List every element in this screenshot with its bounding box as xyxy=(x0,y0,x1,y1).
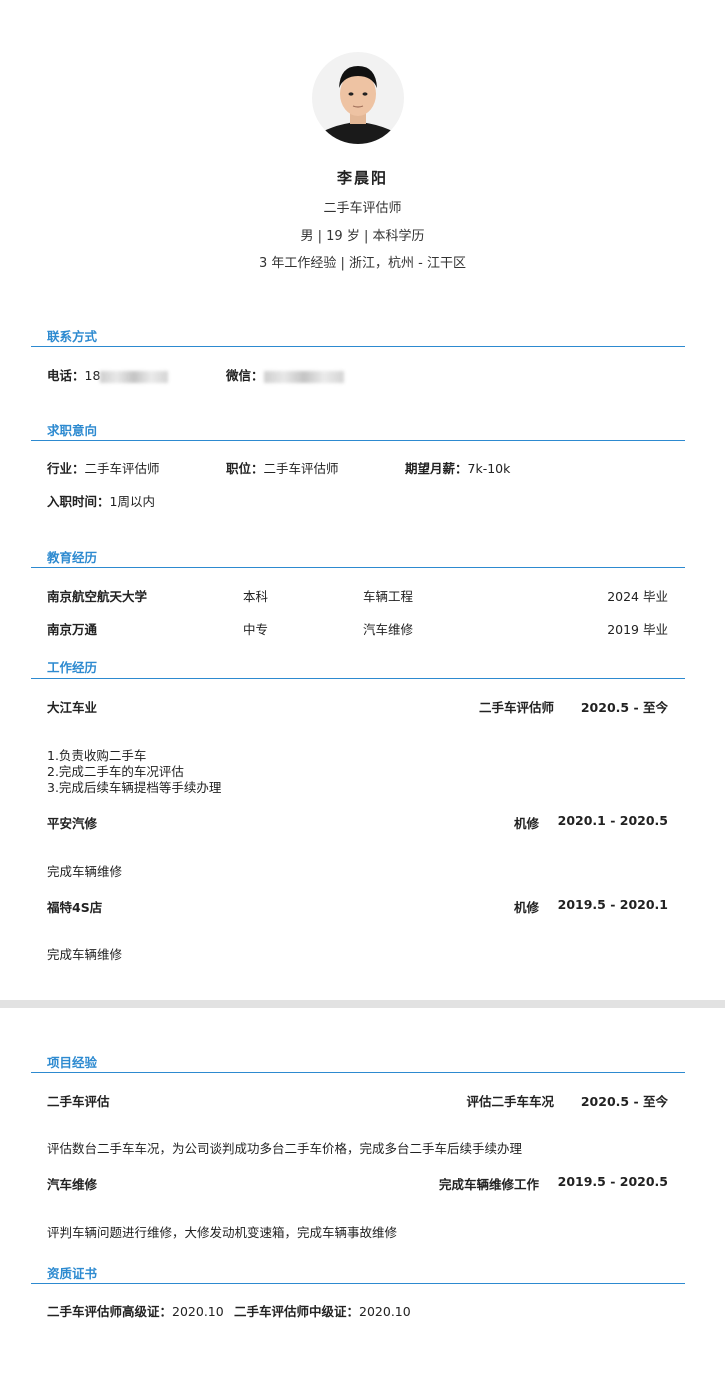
certificate-label: 二手车评估师高级证： xyxy=(47,1304,173,1319)
intent-salary: 期望月薪：7k-10k xyxy=(405,458,510,477)
certificate-item: 二手车评估师高级证：2020.10 xyxy=(47,1301,224,1320)
contact-wechat: 微信： xyxy=(226,365,344,384)
project-description: 评判车辆问题进行维修，大修发动机变速箱，完成车辆事故维修 xyxy=(47,1225,398,1240)
section-title-intent: 求职意向 xyxy=(47,423,98,438)
work-duty-line: 完成车辆维修 xyxy=(47,864,123,879)
work-description: 完成车辆维修 xyxy=(47,864,122,880)
section-title-education: 教育经历 xyxy=(47,550,98,565)
edu-year: 2019 毕业 xyxy=(607,622,668,637)
project-period: 2019.5 - 2020.5 xyxy=(557,1174,668,1189)
section-divider-intent xyxy=(31,440,685,441)
edu-degree: 本科 xyxy=(243,589,269,604)
section-divider-work xyxy=(31,678,685,679)
candidate-name: 李晨阳 xyxy=(336,169,388,187)
intent-position: 职位：二手车评估师 xyxy=(226,458,339,477)
phone-blur-mask xyxy=(100,370,169,383)
edu-year: 2024 毕业 xyxy=(607,589,668,604)
start-label: 入职时间： xyxy=(47,494,110,509)
project-period: 2020.5 - 至今 xyxy=(580,1094,668,1109)
avatar-photo xyxy=(312,52,404,144)
project-description: 评估数台二手车车况，为公司谈判成功多台二手车价格，完成多台二手车后续手续办理 xyxy=(47,1141,523,1156)
industry-value: 二手车评估师 xyxy=(84,461,160,476)
work-period: 2019.5 - 2020.1 xyxy=(557,897,668,912)
work-description: 1.负责收购二手车 2.完成二手车的车况评估 3.完成后续车辆提档等手续办理 xyxy=(47,748,221,796)
section-title-work: 工作经历 xyxy=(47,660,98,675)
work-duty-line: 2.完成二手车的车况评估 xyxy=(47,764,184,779)
candidate-basic-info: 男 | 19 岁 | 本科学历 xyxy=(300,229,425,244)
work-description: 完成车辆维修 xyxy=(47,947,122,963)
work-duty-line: 3.完成后续车辆提档等手续办理 xyxy=(47,780,222,795)
resume-sheet-2: 项目经验 二手车评估 评估二手车车况 2020.5 - 至今 评估数台二手车车况… xyxy=(0,1008,725,1373)
start-value: 1周以内 xyxy=(109,494,155,509)
project-role: 评估二手车车况 xyxy=(466,1094,554,1109)
resume-sheet-1: 李晨阳 二手车评估师 男 | 19 岁 | 本科学历 3 年工作经验 | 浙江，… xyxy=(0,0,725,1000)
certificate-date: 2020.10 xyxy=(359,1304,411,1319)
candidate-title: 二手车评估师 xyxy=(323,201,402,216)
certificate-item: 二手车评估师中级证：2020.10 xyxy=(234,1301,411,1320)
phone-label: 电话： xyxy=(47,368,85,383)
intent-start-time: 入职时间：1周以内 xyxy=(47,491,155,510)
section-divider-projects xyxy=(31,1072,685,1073)
contact-phone: 电话：18 xyxy=(47,365,169,384)
work-duty-line: 完成车辆维修 xyxy=(47,947,123,962)
edu-major: 汽车维修 xyxy=(363,622,414,637)
work-company: 平安汽修 xyxy=(47,816,98,831)
position-label: 职位： xyxy=(226,461,264,476)
section-divider-contact xyxy=(31,346,685,347)
resume-page: 李晨阳 二手车评估师 男 | 19 岁 | 本科学历 3 年工作经验 | 浙江，… xyxy=(0,0,725,1373)
salary-label: 期望月薪： xyxy=(405,461,468,476)
edu-degree: 中专 xyxy=(243,622,269,637)
work-period: 2020.1 - 2020.5 xyxy=(557,813,668,828)
project-name: 汽车维修 xyxy=(47,1177,98,1192)
section-title-certificates: 资质证书 xyxy=(47,1266,98,1281)
section-title-contact: 联系方式 xyxy=(47,329,98,344)
page-break-band xyxy=(0,1000,725,1008)
certificate-label: 二手车评估师中级证： xyxy=(234,1304,360,1319)
candidate-location-info: 3 年工作经验 | 浙江，杭州 - 江干区 xyxy=(258,256,466,271)
salary-value: 7k-10k xyxy=(467,461,511,476)
position-value: 二手车评估师 xyxy=(263,461,339,476)
work-role: 机修 xyxy=(513,900,539,915)
work-role: 机修 xyxy=(513,816,539,831)
section-divider-education xyxy=(31,567,685,568)
edu-school: 南京航空航天大学 xyxy=(47,589,148,604)
project-role: 完成车辆维修工作 xyxy=(438,1177,539,1192)
section-divider-certificates xyxy=(31,1283,685,1284)
work-duty-line: 1.负责收购二手车 xyxy=(47,748,147,763)
edu-school: 南京万通 xyxy=(47,622,98,637)
edu-major: 车辆工程 xyxy=(363,589,414,604)
phone-value: 18 xyxy=(84,368,101,383)
industry-label: 行业： xyxy=(47,461,85,476)
intent-industry: 行业：二手车评估师 xyxy=(47,458,160,477)
work-role: 二手车评估师 xyxy=(478,700,554,715)
wechat-label: 微信： xyxy=(226,368,264,383)
section-title-projects: 项目经验 xyxy=(47,1055,98,1070)
wechat-blur-mask xyxy=(263,370,344,383)
work-period: 2020.5 - 至今 xyxy=(580,700,668,715)
work-company: 福特4S店 xyxy=(47,900,103,915)
certificate-date: 2020.10 xyxy=(172,1304,224,1319)
project-name: 二手车评估 xyxy=(47,1094,110,1109)
work-company: 大江车业 xyxy=(47,700,98,715)
